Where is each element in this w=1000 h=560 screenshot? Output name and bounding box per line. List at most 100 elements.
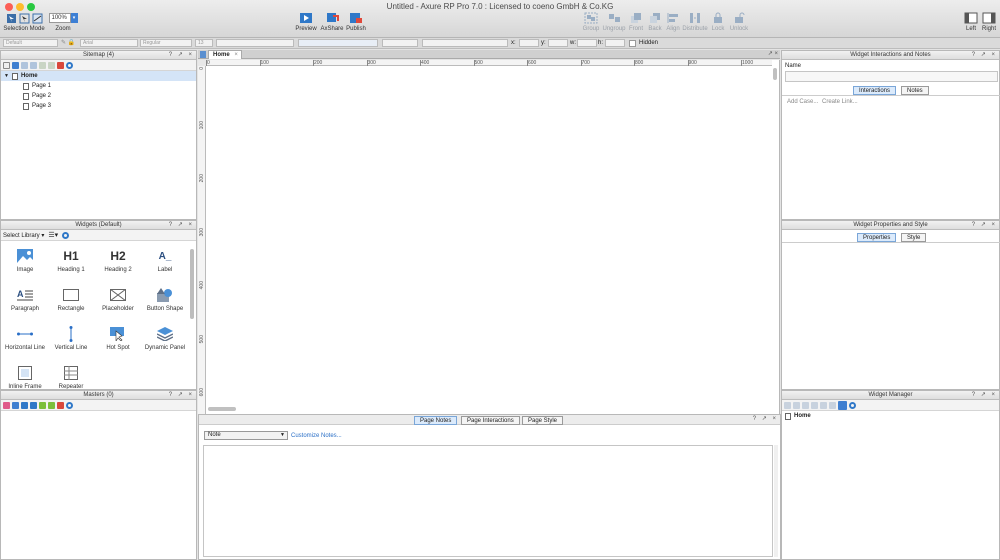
right-panel-toggle[interactable]: Right <box>980 12 998 32</box>
publish-button[interactable]: Publish <box>344 12 368 32</box>
fill-color-button[interactable] <box>382 39 418 47</box>
move-down-icon[interactable] <box>30 401 37 409</box>
page-tab-list-icon[interactable] <box>200 51 206 58</box>
search-icon[interactable] <box>849 401 856 409</box>
widget-heading-1[interactable]: H1 Heading 1 <box>47 247 95 273</box>
widget-hot-spot[interactable]: Hot Spot <box>94 325 142 351</box>
duplicate-state-icon[interactable] <box>793 401 800 409</box>
tab-page-interactions[interactable]: Page Interactions <box>461 416 520 425</box>
sitemap-page-home[interactable]: ▼ Home <box>1 71 196 81</box>
move-up-icon[interactable] <box>802 401 809 409</box>
tab-home[interactable]: Home × <box>208 50 242 59</box>
panel-controls-icon[interactable]: ? ↗ × <box>169 391 194 399</box>
format-painter-icon[interactable]: ✎ 🔒 <box>61 39 75 46</box>
move-down-icon[interactable] <box>30 61 37 69</box>
close-tab-icon[interactable]: × <box>234 52 238 58</box>
indent-icon[interactable] <box>39 61 46 69</box>
search-icon[interactable] <box>62 231 70 239</box>
hidden-checkbox[interactable] <box>629 40 636 47</box>
create-link-link[interactable]: Create Link... <box>822 99 858 105</box>
preview-button[interactable]: Preview <box>294 12 318 32</box>
back-button[interactable]: Back <box>646 12 664 32</box>
font-weight-select[interactable]: Regular <box>140 39 192 47</box>
widget-dynamic-panel[interactable]: Dynamic Panel <box>141 325 189 351</box>
alignment-buttons[interactable] <box>298 39 378 47</box>
widget-inline-frame[interactable]: Inline Frame <box>1 364 49 389</box>
widget-repeater[interactable]: Repeater <box>47 364 95 389</box>
widget-horizontal-line[interactable]: Horizontal Line <box>1 325 49 351</box>
outdent-icon[interactable] <box>48 401 55 409</box>
axshare-button[interactable]: AxShare <box>320 12 344 32</box>
move-up-icon[interactable] <box>21 401 28 409</box>
search-icon[interactable] <box>66 401 73 409</box>
design-canvas[interactable]: 0 100 200 300 400 500 600 700 800 900 1000 0 100 200… <box>198 60 780 414</box>
widget-paragraph[interactable]: A Paragraph <box>1 286 49 312</box>
widget-label[interactable]: A_ Label <box>141 247 189 274</box>
group-button[interactable]: Group <box>581 12 601 32</box>
menu-icon[interactable]: ☰▾ <box>48 231 58 239</box>
filter-icon[interactable] <box>838 400 847 410</box>
canvas-horizontal-scrollbar[interactable] <box>208 407 236 411</box>
sitemap-page-3[interactable]: Page 3 <box>1 101 196 111</box>
selection-mode-button[interactable]: Selection Mode <box>3 13 45 32</box>
tab-style[interactable]: Style <box>901 233 927 242</box>
search-icon[interactable] <box>66 61 73 69</box>
add-page-icon[interactable] <box>3 61 10 69</box>
y-input[interactable] <box>548 39 568 47</box>
w-input[interactable] <box>577 39 597 47</box>
notes-scrollbar-track[interactable] <box>774 445 778 557</box>
widget-name-input[interactable] <box>785 71 998 82</box>
line-style-buttons[interactable] <box>422 39 508 47</box>
sitemap-page-2[interactable]: Page 2 <box>1 91 196 101</box>
tab-page-style[interactable]: Page Style <box>522 416 564 425</box>
move-down-icon[interactable] <box>811 401 818 409</box>
widget-manager-root[interactable]: Home <box>782 411 999 421</box>
widget-image[interactable]: Image <box>1 247 49 273</box>
widget-rectangle[interactable]: Rectangle <box>47 286 95 312</box>
customize-notes-link[interactable]: Customize Notes... <box>291 433 342 439</box>
widget-placeholder[interactable]: Placeholder <box>94 286 142 312</box>
zoom-dropdown-icon[interactable]: ▾ <box>70 13 78 23</box>
widgets-scrollbar[interactable] <box>190 249 194 319</box>
distribute-button[interactable]: Distribute <box>682 12 708 32</box>
tab-notes[interactable]: Notes <box>901 86 929 95</box>
panel-controls-icon[interactable]: ? ↗ × <box>972 391 997 399</box>
zoom-value[interactable]: 100% <box>48 13 71 23</box>
tab-interactions[interactable]: Interactions <box>853 86 897 95</box>
panel-controls-icon[interactable]: ? ↗ × <box>972 221 997 229</box>
collapse-icon[interactable]: ▼ <box>4 71 9 81</box>
panel-controls-icon[interactable]: ? ↗ × <box>753 415 778 422</box>
outdent-icon[interactable] <box>48 61 55 69</box>
page-notes-textarea[interactable] <box>203 445 773 557</box>
widget-heading-2[interactable]: H2 Heading 2 <box>94 247 142 273</box>
edit-state-icon[interactable] <box>820 401 827 409</box>
add-state-icon[interactable] <box>784 401 791 409</box>
panel-controls-icon[interactable]: ? ↗ × <box>972 51 997 59</box>
ungroup-button[interactable]: Ungroup <box>602 12 626 32</box>
panel-controls-icon[interactable]: ? ↗ × <box>169 51 194 59</box>
zoom-control[interactable]: 100% ▾ Zoom <box>48 13 78 32</box>
align-button[interactable]: Align <box>664 12 682 32</box>
delete-state-icon[interactable] <box>829 401 836 409</box>
left-panel-toggle[interactable]: Left <box>962 12 980 32</box>
sitemap-page-1[interactable]: Page 1 <box>1 81 196 91</box>
delete-page-icon[interactable] <box>57 61 64 69</box>
select-library-dropdown[interactable]: Select Library ▾ <box>3 232 44 239</box>
canvas-vertical-scrollbar[interactable] <box>773 68 777 80</box>
add-case-link[interactable]: Add Case... <box>787 99 818 105</box>
add-master-icon[interactable] <box>3 401 10 409</box>
font-select[interactable]: Arial <box>80 39 138 47</box>
h-input[interactable] <box>605 39 625 47</box>
lock-button[interactable]: Lock <box>709 12 727 32</box>
move-up-icon[interactable] <box>21 61 28 69</box>
add-folder-icon[interactable] <box>12 61 19 69</box>
unlock-button[interactable]: Unlock <box>728 12 750 32</box>
text-format-buttons[interactable] <box>216 39 294 47</box>
tab-strip-controls-icon[interactable]: ↗ × <box>768 50 778 57</box>
font-size-select[interactable]: 13 <box>195 39 213 47</box>
widget-button-shape[interactable]: Button Shape <box>141 286 189 312</box>
add-folder-icon[interactable] <box>12 401 19 409</box>
tab-page-notes[interactable]: Page Notes <box>414 416 458 425</box>
indent-icon[interactable] <box>39 401 46 409</box>
tab-properties[interactable]: Properties <box>857 233 897 242</box>
